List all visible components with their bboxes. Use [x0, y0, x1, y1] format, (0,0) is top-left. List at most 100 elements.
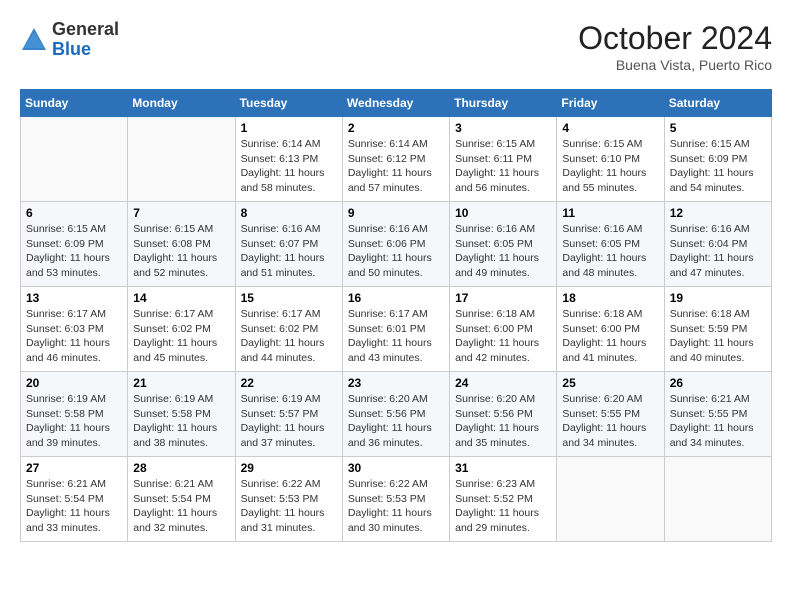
calendar-cell: 30 Sunrise: 6:22 AM Sunset: 5:53 PM Dayli… — [342, 457, 449, 542]
cell-content: Sunrise: 6:16 AM Sunset: 6:04 PM Dayligh… — [670, 222, 766, 281]
cell-content: Sunrise: 6:17 AM Sunset: 6:02 PM Dayligh… — [133, 307, 229, 366]
cell-content: Sunrise: 6:15 AM Sunset: 6:09 PM Dayligh… — [26, 222, 122, 281]
day-number: 16 — [348, 291, 444, 305]
cell-content: Sunrise: 6:15 AM Sunset: 6:08 PM Dayligh… — [133, 222, 229, 281]
calendar-cell: 9 Sunrise: 6:16 AM Sunset: 6:06 PM Daylig… — [342, 202, 449, 287]
cell-content: Sunrise: 6:16 AM Sunset: 6:05 PM Dayligh… — [562, 222, 658, 281]
day-number: 17 — [455, 291, 551, 305]
logo-icon — [20, 26, 48, 54]
calendar-cell: 22 Sunrise: 6:19 AM Sunset: 5:57 PM Dayli… — [235, 372, 342, 457]
calendar-header: SundayMondayTuesdayWednesdayThursdayFrid… — [21, 90, 772, 117]
calendar-cell — [664, 457, 771, 542]
day-number: 31 — [455, 461, 551, 475]
cell-content: Sunrise: 6:22 AM Sunset: 5:53 PM Dayligh… — [348, 477, 444, 536]
calendar-cell: 17 Sunrise: 6:18 AM Sunset: 6:00 PM Dayli… — [450, 287, 557, 372]
day-number: 23 — [348, 376, 444, 390]
calendar-cell — [21, 117, 128, 202]
day-number: 15 — [241, 291, 337, 305]
title-block: October 2024 Buena Vista, Puerto Rico — [578, 20, 772, 73]
calendar-cell: 26Sunrise: 6:21 AM Sunset: 5:55 PM Dayli… — [664, 372, 771, 457]
logo-text: General Blue — [52, 20, 119, 60]
calendar-cell: 27Sunrise: 6:21 AM Sunset: 5:54 PM Dayli… — [21, 457, 128, 542]
cell-content: Sunrise: 6:22 AM Sunset: 5:53 PM Dayligh… — [241, 477, 337, 536]
calendar-cell: 21 Sunrise: 6:19 AM Sunset: 5:58 PM Dayli… — [128, 372, 235, 457]
weekday-header-wednesday: Wednesday — [342, 90, 449, 117]
cell-content: Sunrise: 6:18 AM Sunset: 6:00 PM Dayligh… — [455, 307, 551, 366]
weekday-header-thursday: Thursday — [450, 90, 557, 117]
month-title: October 2024 — [578, 20, 772, 57]
calendar-cell: 13 Sunrise: 6:17 AM Sunset: 6:03 PM Dayli… — [21, 287, 128, 372]
day-number: 20 — [26, 376, 122, 390]
day-number: 10 — [455, 206, 551, 220]
calendar-cell: 8 Sunrise: 6:16 AM Sunset: 6:07 PM Daylig… — [235, 202, 342, 287]
cell-content: Sunrise: 6:19 AM Sunset: 5:58 PM Dayligh… — [26, 392, 122, 451]
calendar-cell: 1Sunrise: 6:14 AM Sunset: 6:13 PM Daylig… — [235, 117, 342, 202]
cell-content: Sunrise: 6:15 AM Sunset: 6:11 PM Dayligh… — [455, 137, 551, 196]
weekday-header-saturday: Saturday — [664, 90, 771, 117]
calendar-cell: 3 Sunrise: 6:15 AM Sunset: 6:11 PM Daylig… — [450, 117, 557, 202]
day-number: 22 — [241, 376, 337, 390]
calendar-cell: 15 Sunrise: 6:17 AM Sunset: 6:02 PM Dayli… — [235, 287, 342, 372]
calendar-cell: 25 Sunrise: 6:20 AM Sunset: 5:55 PM Dayli… — [557, 372, 664, 457]
day-number: 25 — [562, 376, 658, 390]
day-number: 9 — [348, 206, 444, 220]
logo-blue: Blue — [52, 40, 119, 60]
cell-content: Sunrise: 6:14 AM Sunset: 6:12 PM Dayligh… — [348, 137, 444, 196]
calendar-cell: 28Sunrise: 6:21 AM Sunset: 5:54 PM Dayli… — [128, 457, 235, 542]
week-row-1: 1Sunrise: 6:14 AM Sunset: 6:13 PM Daylig… — [21, 117, 772, 202]
day-number: 5 — [670, 121, 766, 135]
location: Buena Vista, Puerto Rico — [578, 57, 772, 73]
weekday-header-sunday: Sunday — [21, 90, 128, 117]
calendar-cell — [128, 117, 235, 202]
cell-content: Sunrise: 6:16 AM Sunset: 6:06 PM Dayligh… — [348, 222, 444, 281]
day-number: 21 — [133, 376, 229, 390]
calendar-cell: 10 Sunrise: 6:16 AM Sunset: 6:05 PM Dayli… — [450, 202, 557, 287]
cell-content: Sunrise: 6:15 AM Sunset: 6:09 PM Dayligh… — [670, 137, 766, 196]
day-number: 3 — [455, 121, 551, 135]
day-number: 29 — [241, 461, 337, 475]
cell-content: Sunrise: 6:15 AM Sunset: 6:10 PM Dayligh… — [562, 137, 658, 196]
calendar-cell: 7 Sunrise: 6:15 AM Sunset: 6:08 PM Daylig… — [128, 202, 235, 287]
cell-content: Sunrise: 6:20 AM Sunset: 5:55 PM Dayligh… — [562, 392, 658, 451]
day-number: 4 — [562, 121, 658, 135]
calendar-cell: 4 Sunrise: 6:15 AM Sunset: 6:10 PM Daylig… — [557, 117, 664, 202]
cell-content: Sunrise: 6:23 AM Sunset: 5:52 PM Dayligh… — [455, 477, 551, 536]
week-row-4: 20 Sunrise: 6:19 AM Sunset: 5:58 PM Dayli… — [21, 372, 772, 457]
weekday-header-friday: Friday — [557, 90, 664, 117]
cell-content: Sunrise: 6:20 AM Sunset: 5:56 PM Dayligh… — [348, 392, 444, 451]
calendar-cell — [557, 457, 664, 542]
day-number: 28 — [133, 461, 229, 475]
calendar-cell: 16Sunrise: 6:17 AM Sunset: 6:01 PM Dayli… — [342, 287, 449, 372]
logo-general: General — [52, 20, 119, 40]
calendar-cell: 5 Sunrise: 6:15 AM Sunset: 6:09 PM Daylig… — [664, 117, 771, 202]
week-row-5: 27Sunrise: 6:21 AM Sunset: 5:54 PM Dayli… — [21, 457, 772, 542]
calendar-table: SundayMondayTuesdayWednesdayThursdayFrid… — [20, 89, 772, 542]
weekday-header-monday: Monday — [128, 90, 235, 117]
cell-content: Sunrise: 6:14 AM Sunset: 6:13 PM Dayligh… — [241, 137, 337, 196]
cell-content: Sunrise: 6:16 AM Sunset: 6:07 PM Dayligh… — [241, 222, 337, 281]
cell-content: Sunrise: 6:19 AM Sunset: 5:58 PM Dayligh… — [133, 392, 229, 451]
day-number: 30 — [348, 461, 444, 475]
calendar-cell: 6Sunrise: 6:15 AM Sunset: 6:09 PM Daylig… — [21, 202, 128, 287]
calendar-body: 1Sunrise: 6:14 AM Sunset: 6:13 PM Daylig… — [21, 117, 772, 542]
cell-content: Sunrise: 6:19 AM Sunset: 5:57 PM Dayligh… — [241, 392, 337, 451]
day-number: 11 — [562, 206, 658, 220]
calendar-cell: 29 Sunrise: 6:22 AM Sunset: 5:53 PM Dayli… — [235, 457, 342, 542]
cell-content: Sunrise: 6:17 AM Sunset: 6:02 PM Dayligh… — [241, 307, 337, 366]
calendar-cell: 11 Sunrise: 6:16 AM Sunset: 6:05 PM Dayli… — [557, 202, 664, 287]
day-number: 19 — [670, 291, 766, 305]
day-number: 2 — [348, 121, 444, 135]
calendar-cell: 18Sunrise: 6:18 AM Sunset: 6:00 PM Dayli… — [557, 287, 664, 372]
week-row-3: 13 Sunrise: 6:17 AM Sunset: 6:03 PM Dayli… — [21, 287, 772, 372]
cell-content: Sunrise: 6:17 AM Sunset: 6:03 PM Dayligh… — [26, 307, 122, 366]
day-number: 12 — [670, 206, 766, 220]
calendar-cell: 2 Sunrise: 6:14 AM Sunset: 6:12 PM Daylig… — [342, 117, 449, 202]
day-number: 24 — [455, 376, 551, 390]
cell-content: Sunrise: 6:20 AM Sunset: 5:56 PM Dayligh… — [455, 392, 551, 451]
cell-content: Sunrise: 6:16 AM Sunset: 6:05 PM Dayligh… — [455, 222, 551, 281]
calendar-cell: 14Sunrise: 6:17 AM Sunset: 6:02 PM Dayli… — [128, 287, 235, 372]
day-number: 8 — [241, 206, 337, 220]
day-number: 7 — [133, 206, 229, 220]
logo: General Blue — [20, 20, 119, 60]
day-number: 13 — [26, 291, 122, 305]
